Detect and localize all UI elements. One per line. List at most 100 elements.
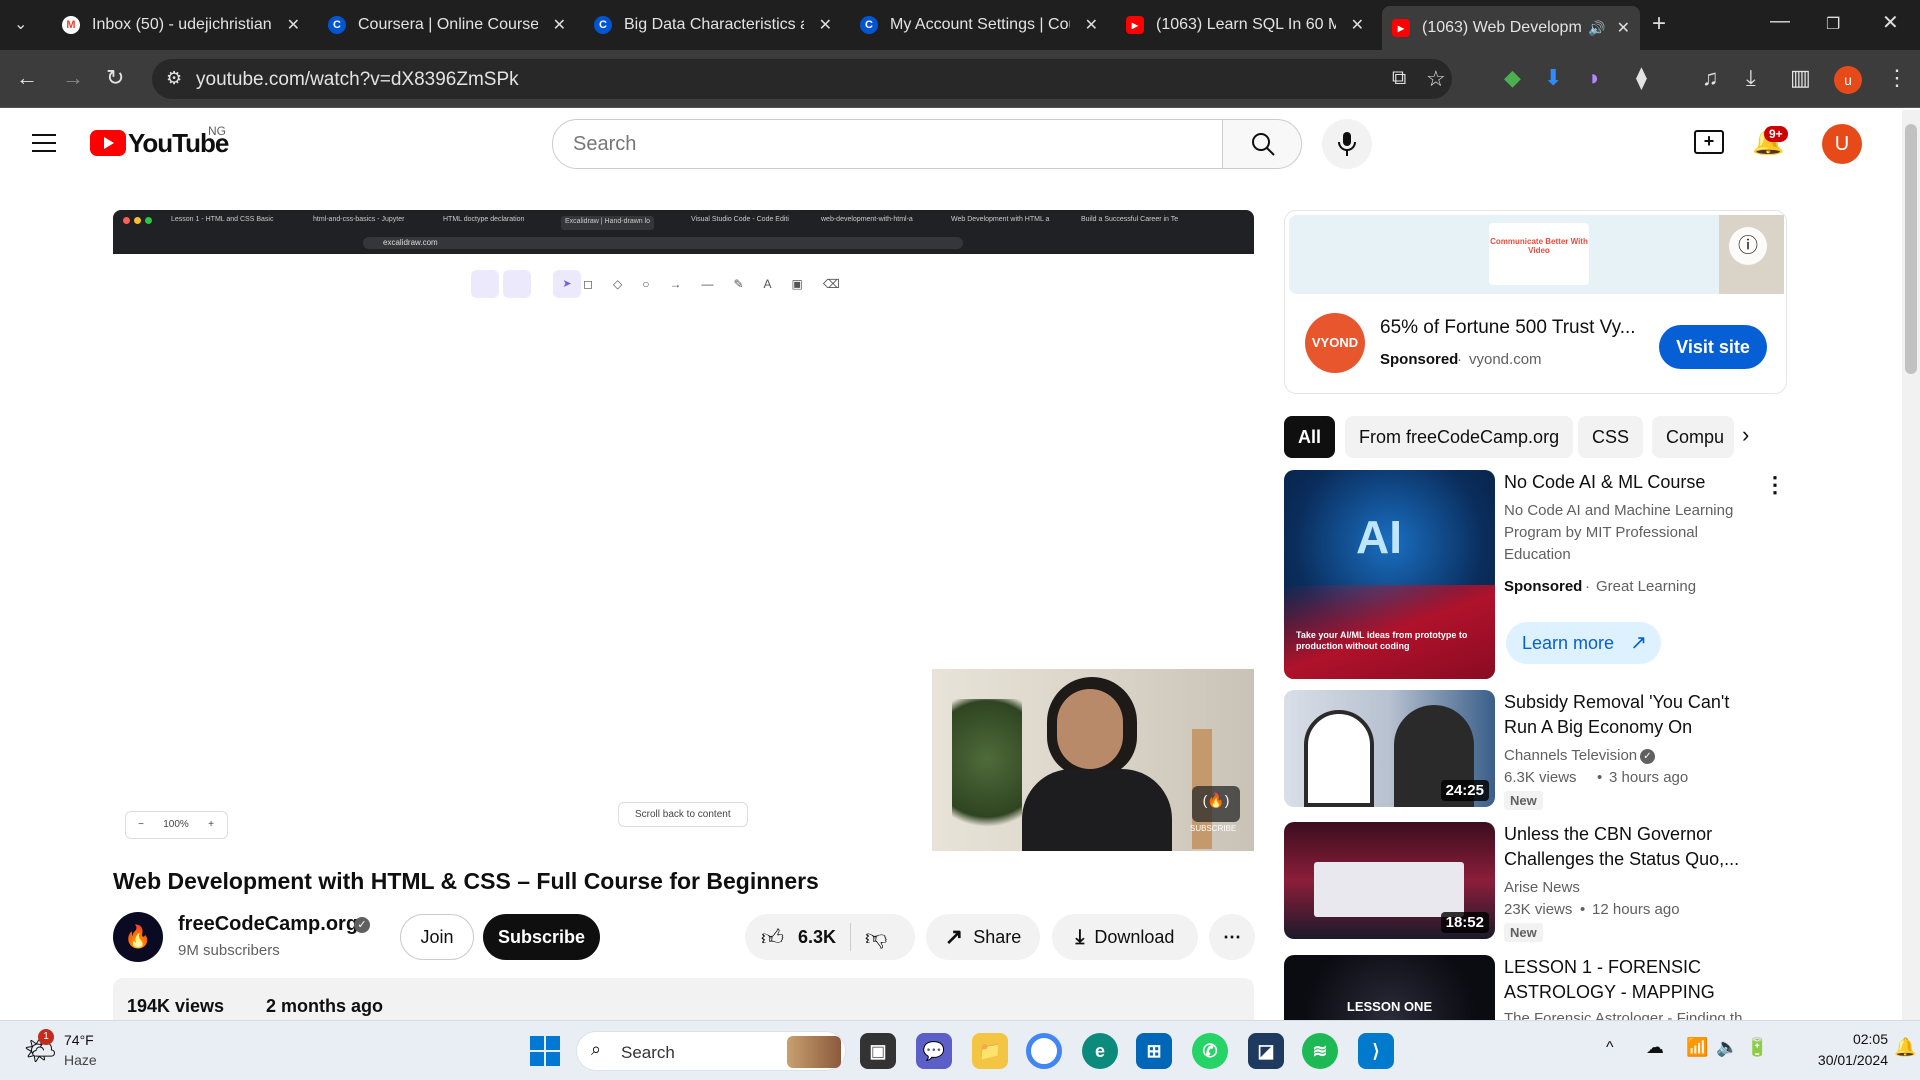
freecodecamp-watermark-icon[interactable]: (🔥) bbox=[1192, 786, 1240, 822]
subscribe-button[interactable]: Subscribe bbox=[483, 914, 600, 960]
tab-search-icon[interactable]: ⌄ bbox=[14, 14, 36, 36]
address-bar[interactable]: ⚙ youtube.com/watch?v=dX8396ZmSPk ⧉ ☆ bbox=[152, 59, 1452, 99]
more-vertical-icon[interactable]: ⋮ bbox=[1764, 472, 1786, 498]
tab-learn-sql[interactable]: ▶ (1063) Learn SQL In 60 Min ✕ bbox=[1116, 8, 1374, 42]
windows-start-icon[interactable] bbox=[530, 1036, 560, 1066]
wifi-icon[interactable]: 📶 bbox=[1686, 1037, 1708, 1058]
profile-avatar[interactable]: u bbox=[1834, 66, 1862, 94]
back-icon[interactable]: ← bbox=[16, 66, 38, 90]
window-close-button[interactable]: ✕ bbox=[1882, 10, 1899, 35]
channel-avatar[interactable]: 🔥 bbox=[113, 912, 163, 962]
audio-playing-icon[interactable]: 🔊 bbox=[1588, 20, 1605, 37]
install-app-icon[interactable]: ⧉ bbox=[1392, 67, 1406, 90]
join-button[interactable]: Join bbox=[400, 914, 474, 960]
rec-channel[interactable]: The Forensic Astrologer - Finding th bbox=[1504, 1008, 1754, 1020]
video-thumbnail[interactable]: LESSON ONE bbox=[1284, 955, 1495, 1020]
teams-chat-icon[interactable]: 💬 bbox=[916, 1033, 952, 1069]
chip-css[interactable]: CSS bbox=[1578, 416, 1644, 458]
restore-button[interactable]: ❐ bbox=[1826, 14, 1840, 34]
temperature[interactable]: 74°F bbox=[64, 1032, 94, 1048]
scrollbar[interactable] bbox=[1902, 110, 1920, 1020]
search-button[interactable] bbox=[1222, 119, 1302, 169]
voice-search-button[interactable] bbox=[1322, 119, 1372, 169]
microsoft-store-icon[interactable]: ⊞ bbox=[1136, 1033, 1172, 1069]
tab-coursera[interactable]: C Coursera | Online Courses ✕ bbox=[318, 8, 576, 42]
reload-icon[interactable]: ↻ bbox=[106, 66, 124, 90]
youtube-logo-icon[interactable] bbox=[90, 130, 126, 156]
extension-icon[interactable]: ◆ bbox=[1504, 66, 1521, 90]
app-icon[interactable]: ◪ bbox=[1248, 1033, 1284, 1069]
rec-title[interactable]: Subsidy Removal 'You Can't Run A Big Eco… bbox=[1504, 690, 1764, 740]
scrollbar-thumb[interactable] bbox=[1905, 124, 1917, 374]
chip-all[interactable]: All bbox=[1284, 416, 1336, 458]
close-icon[interactable]: ✕ bbox=[1085, 15, 1098, 35]
ad-banner-image[interactable]: Communicate Better With Video ⓘ bbox=[1289, 215, 1784, 294]
video-thumbnail[interactable]: 18:52 bbox=[1284, 822, 1495, 939]
like-count[interactable]: 6.3K bbox=[798, 927, 836, 948]
rec-channel[interactable]: Arise News bbox=[1504, 877, 1580, 899]
close-icon[interactable]: ✕ bbox=[1617, 18, 1630, 38]
chrome-icon[interactable] bbox=[1026, 1033, 1062, 1069]
tab-web-development[interactable]: ▶ (1063) Web Developm 🔊 ✕ bbox=[1382, 6, 1640, 50]
close-icon[interactable]: ✕ bbox=[553, 15, 566, 35]
advertiser-logo[interactable]: VYOND bbox=[1305, 313, 1365, 373]
weather-condition[interactable]: Haze bbox=[64, 1052, 97, 1068]
bookmark-star-icon[interactable]: ☆ bbox=[1426, 66, 1446, 92]
chip-computer[interactable]: Compu bbox=[1652, 416, 1734, 458]
tab-account-settings[interactable]: C My Account Settings | Cou ✕ bbox=[850, 8, 1108, 42]
vscode-icon[interactable]: ⟩ bbox=[1358, 1033, 1394, 1069]
visit-site-button[interactable]: Visit site bbox=[1659, 325, 1767, 369]
battery-icon[interactable]: 🔋 bbox=[1746, 1037, 1768, 1058]
whatsapp-icon[interactable]: ✆ bbox=[1192, 1033, 1228, 1069]
media-controls-icon[interactable]: ♫ bbox=[1702, 66, 1719, 90]
video-player[interactable]: Lesson 1 - HTML and CSS Basic html-and-c… bbox=[113, 210, 1254, 851]
create-video-icon[interactable]: + bbox=[1694, 130, 1724, 154]
forward-icon[interactable]: → bbox=[62, 66, 84, 90]
downloads-icon[interactable]: ⤓ bbox=[1746, 66, 1756, 90]
extensions-puzzle-icon[interactable]: ⧫ bbox=[1636, 66, 1647, 90]
side-panel-icon[interactable]: ▥ bbox=[1790, 66, 1811, 90]
url-text[interactable]: youtube.com/watch?v=dX8396ZmSPk bbox=[196, 69, 519, 91]
rec-title[interactable]: LESSON 1 - FORENSIC ASTROLOGY - MAPPING … bbox=[1504, 955, 1764, 1005]
learn-more-button[interactable]: Learn more ↗ bbox=[1506, 622, 1661, 664]
account-avatar[interactable]: U bbox=[1822, 124, 1862, 164]
ad-info-icon[interactable]: ⓘ bbox=[1729, 227, 1767, 265]
clock-date[interactable]: 30/01/2024 bbox=[1778, 1052, 1888, 1068]
close-icon[interactable]: ✕ bbox=[1351, 15, 1364, 35]
channel-name[interactable]: freeCodeCamp.org bbox=[178, 913, 358, 936]
taskbar-search[interactable]: ⌕ Search bbox=[576, 1031, 846, 1071]
video-thumbnail[interactable]: 24:25 bbox=[1284, 690, 1495, 807]
rec-title[interactable]: Unless the CBN Governor Challenges the S… bbox=[1504, 822, 1764, 872]
download-manager-extension-icon[interactable]: ⬇ bbox=[1544, 66, 1562, 90]
thumbs-down-icon[interactable]: 👎︎ bbox=[865, 924, 887, 951]
menu-hamburger-icon[interactable] bbox=[32, 132, 56, 152]
share-button[interactable]: ↗ Share bbox=[926, 914, 1040, 960]
edge-icon[interactable]: e bbox=[1082, 1033, 1118, 1069]
new-tab-button[interactable]: + bbox=[1652, 10, 1666, 38]
close-icon[interactable]: ✕ bbox=[819, 15, 832, 35]
ad-title[interactable]: 65% of Fortune 500 Trust Vy... bbox=[1380, 317, 1650, 339]
tab-gmail[interactable]: M Inbox (50) - udejichristian@ ✕ bbox=[52, 8, 310, 42]
ad-card[interactable]: Communicate Better With Video ⓘ VYOND 65… bbox=[1284, 210, 1787, 394]
file-explorer-icon[interactable]: 📁 bbox=[972, 1033, 1008, 1069]
chevron-right-icon[interactable]: › bbox=[1742, 422, 1749, 448]
task-view-icon[interactable]: ▣ bbox=[860, 1033, 896, 1069]
minimize-button[interactable]: — bbox=[1770, 10, 1790, 33]
onedrive-icon[interactable]: ☁ bbox=[1646, 1037, 1664, 1058]
chrome-menu-icon[interactable]: ⋮ bbox=[1886, 66, 1908, 90]
notification-center-icon[interactable]: 🔔 bbox=[1894, 1037, 1916, 1058]
rec-channel[interactable]: Channels Television bbox=[1504, 745, 1637, 767]
spotify-icon[interactable]: ≋ bbox=[1302, 1033, 1338, 1069]
more-actions-button[interactable]: ⋯ bbox=[1209, 914, 1255, 960]
ad-thumbnail[interactable]: AI Take your AI/ML ideas from prototype … bbox=[1284, 470, 1495, 679]
clock-time[interactable]: 02:05 bbox=[1822, 1031, 1888, 1047]
extension-icon[interactable]: ◗ bbox=[1588, 66, 1601, 90]
download-button[interactable]: ⤓ Download bbox=[1052, 914, 1198, 960]
chevron-up-icon[interactable]: ^ bbox=[1606, 1039, 1614, 1057]
description-box[interactable]: 194K views 2 months ago bbox=[113, 978, 1254, 1020]
rec-title[interactable]: No Code AI & ML Course bbox=[1504, 470, 1764, 495]
close-icon[interactable]: ✕ bbox=[287, 15, 300, 35]
volume-icon[interactable]: 🔈 bbox=[1716, 1037, 1738, 1058]
chip-from-freecodecamp[interactable]: From freeCodeCamp.org bbox=[1345, 416, 1574, 458]
site-info-icon[interactable]: ⚙ bbox=[166, 68, 182, 89]
